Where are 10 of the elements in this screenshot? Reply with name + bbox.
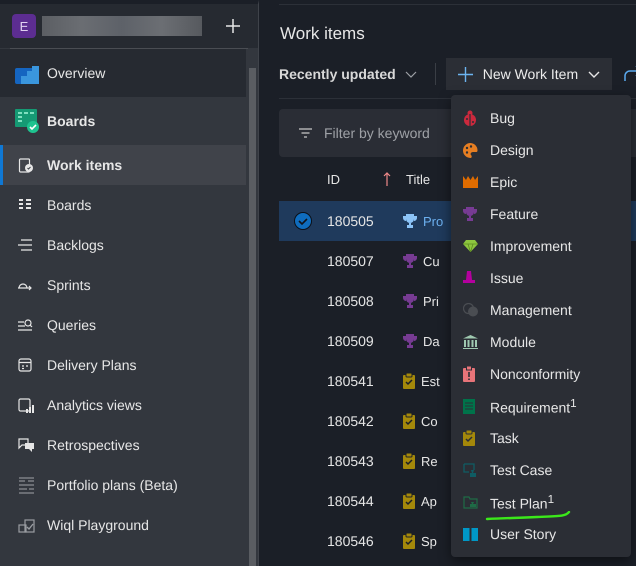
table-cell-text: 180509 xyxy=(327,333,375,349)
table-cell-text: 180508 xyxy=(327,293,375,309)
table-cell-text: 180541 xyxy=(327,373,375,389)
table-cell-text: 180542 xyxy=(327,413,375,429)
table-cell-text: 180546 xyxy=(327,533,375,549)
table-cell-text: 180507 xyxy=(327,253,375,269)
table-cell-text: 180505 xyxy=(327,213,375,229)
table-cell-text: 180544 xyxy=(327,493,375,509)
table-cell-text: 180543 xyxy=(327,453,375,469)
page-title: Work items xyxy=(280,24,366,44)
